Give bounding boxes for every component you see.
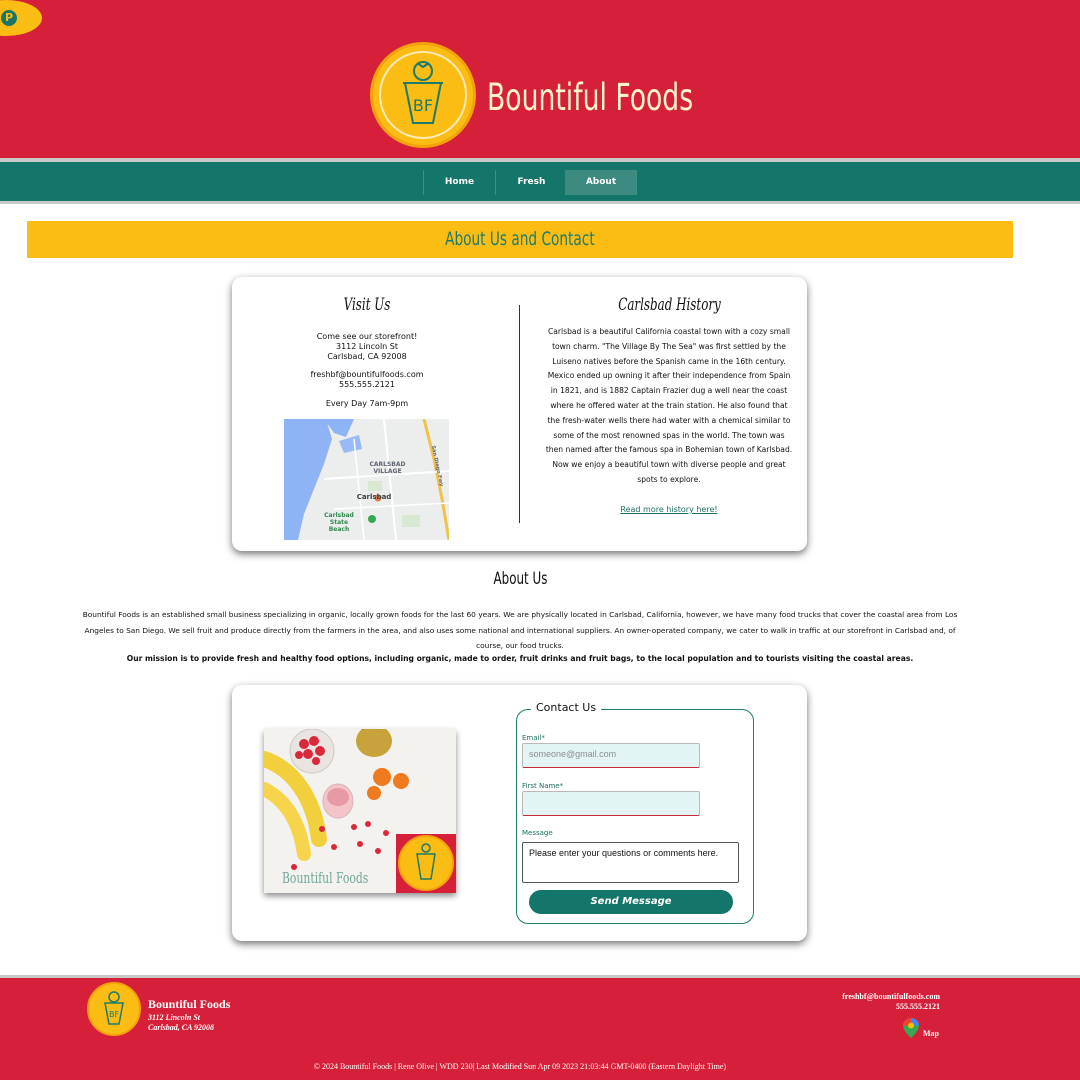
map-pin-icon bbox=[903, 1018, 919, 1038]
photo-brand-text: Bountiful Foods bbox=[282, 869, 369, 887]
storefront-address: Come see our storefront! 3112 Lincoln St… bbox=[262, 332, 472, 362]
pinterest-icon[interactable]: P bbox=[1, 10, 17, 26]
footer-map-label[interactable]: Map bbox=[923, 1029, 939, 1038]
about-title-text: About Us bbox=[493, 569, 547, 589]
contact-form: Contact Us Email* someone@gmail.com Firs… bbox=[516, 701, 754, 924]
contact-card: Bountiful Foods Contact Us Email* someon… bbox=[232, 685, 807, 941]
storefront-email: freshbf@bountifulfoods.com bbox=[310, 370, 424, 379]
contact-legend: Contact Us bbox=[531, 701, 602, 714]
brand-name[interactable]: Bountiful Foods bbox=[487, 76, 693, 119]
message-label: Message bbox=[522, 829, 553, 837]
map-area-label: CARLSBAD VILLAGE bbox=[369, 461, 406, 475]
footer-city: Carlsbad, CA 92008 bbox=[148, 1023, 215, 1032]
footer-email[interactable]: freshbf@bountifulfoods.com bbox=[842, 992, 940, 1002]
page-title-banner: About Us and Contact bbox=[27, 221, 1013, 258]
email-label: Email* bbox=[522, 734, 545, 742]
storefront-city: Carlsbad, CA 92008 bbox=[327, 352, 407, 361]
map-city-label: Carlsbad bbox=[356, 493, 392, 501]
footer-logo-initials: BF bbox=[109, 1010, 119, 1019]
column-divider bbox=[519, 305, 520, 523]
storefront-contact: freshbf@bountifulfoods.com 555.555.2121 bbox=[262, 370, 472, 390]
footer-copyright: © 2024 Bountiful Foods | Rene Olive | WD… bbox=[313, 1062, 727, 1071]
nav-item-home[interactable]: Home bbox=[423, 170, 495, 195]
storefront-intro: Come see our storefront! bbox=[316, 332, 418, 341]
visit-history-card: Visit Us Come see our storefront! 3112 L… bbox=[232, 277, 807, 551]
first-name-label: First Name* bbox=[522, 782, 564, 790]
footer-street: 3112 Lincoln St bbox=[148, 1013, 201, 1022]
fruit-photo: Bountiful Foods bbox=[264, 729, 456, 893]
park-pin-icon bbox=[368, 515, 376, 523]
location-map[interactable]: CARLSBAD VILLAGE Carlsbad Carlsbad State… bbox=[284, 419, 449, 540]
footer-phone: 555.555.2121 bbox=[896, 1002, 940, 1011]
mission-statement: Our mission is to provide fresh and heal… bbox=[126, 654, 914, 663]
pinterest-badge[interactable]: P bbox=[0, 0, 42, 36]
history-link[interactable]: Read more history here! bbox=[544, 505, 794, 514]
site-header: P BF Bountiful Foods bbox=[0, 0, 1080, 158]
about-title: About Us bbox=[0, 569, 1040, 589]
site-logo[interactable]: BF bbox=[370, 42, 476, 148]
footer-contact: freshbf@bountifulfoods.com 555.555.2121 bbox=[842, 992, 940, 1012]
logo-initials: BF bbox=[413, 96, 433, 115]
map-graphic bbox=[284, 419, 449, 540]
storefront-phone: 555.555.2121 bbox=[339, 380, 395, 389]
visit-title: Visit Us bbox=[343, 295, 391, 315]
footer-address: 3112 Lincoln St Carlsbad, CA 92008 bbox=[148, 1013, 214, 1033]
footer-business-name: Bountiful Foods bbox=[148, 997, 231, 1011]
main-nav: Home Fresh About bbox=[0, 162, 1080, 204]
about-description: Bountiful Foods is an established small … bbox=[82, 610, 958, 650]
footer-logo-icon: BF bbox=[104, 991, 124, 1025]
footer-logo[interactable]: BF bbox=[87, 982, 141, 1036]
map-beach-label: Carlsbad State Beach bbox=[324, 512, 354, 533]
footer-map-link[interactable]: Map bbox=[903, 1018, 953, 1038]
history-title: Carlsbad History bbox=[618, 295, 721, 315]
first-name-field[interactable] bbox=[522, 791, 700, 816]
strawberry-cup-logo-icon: BF bbox=[379, 51, 467, 139]
email-field[interactable]: someone@gmail.com bbox=[522, 743, 700, 768]
storefront-hours: Every Day 7am-9pm bbox=[325, 399, 409, 408]
page-title: About Us and Contact bbox=[445, 228, 595, 250]
history-text: Carlsbad is a beautiful California coast… bbox=[545, 327, 793, 484]
nav-item-about[interactable]: About bbox=[565, 170, 637, 195]
nav-item-fresh[interactable]: Fresh bbox=[495, 170, 567, 195]
site-footer: BF Bountiful Foods 3112 Lincoln St Carls… bbox=[0, 975, 1080, 1080]
send-message-button[interactable]: Send Message bbox=[529, 890, 733, 914]
storefront-street: 3112 Lincoln St bbox=[336, 342, 398, 351]
message-field[interactable]: Please enter your questions or comments … bbox=[522, 842, 739, 883]
